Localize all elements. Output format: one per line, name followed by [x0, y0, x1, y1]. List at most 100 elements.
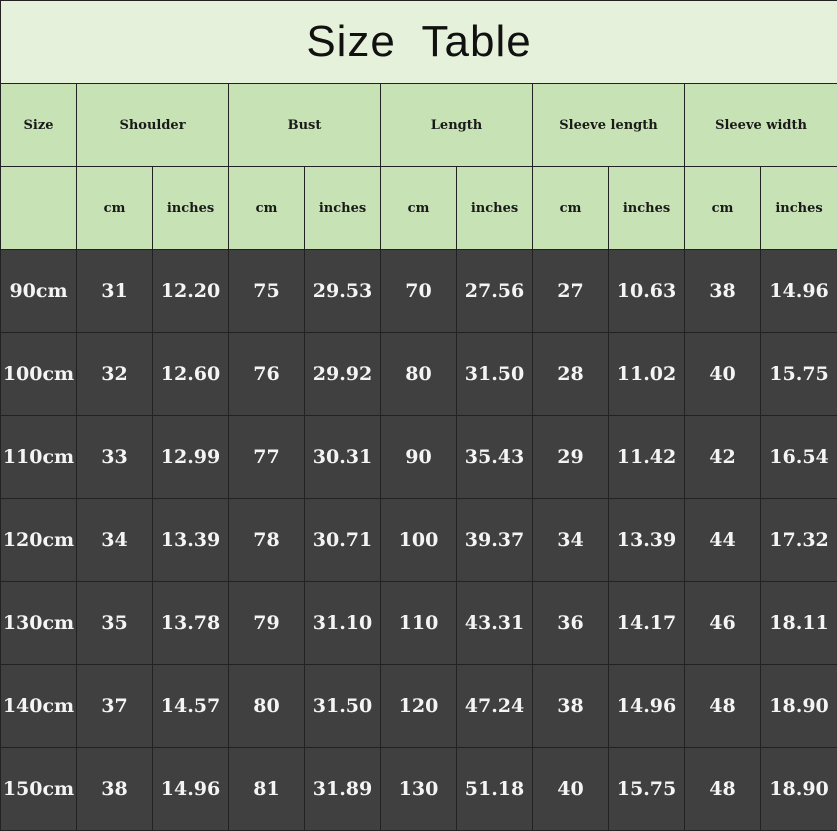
cell-sleeve-length-inches: 14.17: [608, 581, 685, 665]
cell-sleeve-length-inches: 11.02: [608, 332, 685, 416]
cell-size: 110cm: [0, 415, 77, 499]
table-row: 90cm 31 12.20 75 29.53 70 27.56 27 10.63 38 14.96: [0, 249, 837, 333]
cell-length-inches: 43.31: [456, 581, 533, 665]
cell-shoulder-cm: 32: [76, 332, 153, 416]
cell-shoulder-inches: 12.60: [152, 332, 229, 416]
cell-length-inches: 47.24: [456, 664, 533, 748]
cell-bust-cm: 78: [228, 498, 305, 582]
cell-bust-cm: 76: [228, 332, 305, 416]
cell-length-cm: 120: [380, 664, 457, 748]
table-row: 100cm 32 12.60 76 29.92 80 31.50 28 11.02 40 15.75: [0, 332, 837, 416]
cell-sleeve-length-cm: 34: [532, 498, 609, 582]
cell-sleeve-width-inches: 15.75: [759, 332, 837, 416]
title-row: Size Table: [0, 0, 837, 84]
table-title: Size Table: [0, 0, 837, 84]
cell-bust-inches: 31.50: [304, 664, 381, 748]
cell-bust-cm: 81: [228, 747, 305, 831]
unit-header-row: cm inches cm inches cm inches cm inches …: [0, 166, 837, 250]
header-length: Length: [380, 83, 533, 167]
cell-size: 120cm: [0, 498, 77, 582]
cell-sleeve-width-inches: 18.90: [759, 664, 837, 748]
cell-sleeve-width-cm: 46: [684, 581, 761, 665]
header-size: Size: [0, 83, 77, 167]
header-unit-cm: cm: [76, 166, 153, 250]
cell-length-inches: 39.37: [456, 498, 533, 582]
cell-bust-cm: 79: [228, 581, 305, 665]
cell-shoulder-inches: 12.99: [152, 415, 229, 499]
cell-bust-cm: 80: [228, 664, 305, 748]
cell-size: 130cm: [0, 581, 77, 665]
cell-shoulder-cm: 35: [76, 581, 153, 665]
table-row: 110cm 33 12.99 77 30.31 90 35.43 29 11.42 42 16.54: [0, 415, 837, 499]
cell-sleeve-length-cm: 29: [532, 415, 609, 499]
header-unit-inches: inches: [608, 166, 685, 250]
cell-sleeve-length-inches: 13.39: [608, 498, 685, 582]
header-sleeve-width: Sleeve width: [683, 83, 837, 167]
cell-sleeve-width-cm: 40: [684, 332, 761, 416]
cell-bust-inches: 29.53: [304, 249, 381, 333]
cell-sleeve-length-cm: 38: [532, 664, 609, 748]
cell-sleeve-length-cm: 40: [532, 747, 609, 831]
cell-length-cm: 90: [380, 415, 457, 499]
table-row: 120cm 34 13.39 78 30.71 100 39.37 34 13.39 44 17.3…: [0, 498, 837, 582]
size-table-page: Size Table Size Shoulder Bust Length Sle…: [0, 0, 837, 831]
header-unit-cm: cm: [532, 166, 609, 250]
header-sleeve-length: Sleeve length: [532, 83, 685, 167]
cell-sleeve-width-inches: 14.96: [759, 249, 837, 333]
cell-shoulder-cm: 33: [76, 415, 153, 499]
cell-bust-inches: 31.10: [304, 581, 381, 665]
cell-sleeve-length-inches: 14.96: [608, 664, 685, 748]
cell-size: 100cm: [0, 332, 77, 416]
header-unit-cm: cm: [380, 166, 457, 250]
table-row: 130cm 35 13.78 79 31.10 110 43.31 36 14.17 46 18.1…: [0, 581, 837, 665]
cell-sleeve-width-inches: 17.32: [759, 498, 837, 582]
cell-sleeve-width-inches: 18.90: [759, 747, 837, 831]
cell-shoulder-inches: 13.39: [152, 498, 229, 582]
cell-sleeve-width-cm: 44: [684, 498, 761, 582]
group-header-row: Size Shoulder Bust Length Sleeve length …: [0, 83, 837, 167]
cell-length-cm: 130: [380, 747, 457, 831]
size-table: Size Table Size Shoulder Bust Length Sle…: [0, 0, 837, 831]
cell-size: 90cm: [0, 249, 77, 333]
cell-sleeve-width-inches: 18.11: [759, 581, 837, 665]
header-shoulder: Shoulder: [76, 83, 229, 167]
cell-length-cm: 110: [380, 581, 457, 665]
cell-sleeve-width-cm: 42: [684, 415, 761, 499]
cell-bust-inches: 31.89: [304, 747, 381, 831]
cell-shoulder-cm: 31: [76, 249, 153, 333]
cell-length-inches: 35.43: [456, 415, 533, 499]
header-unit-inches: inches: [304, 166, 381, 250]
header-unit-inches: inches: [152, 166, 229, 250]
header-unit-cm: cm: [684, 166, 761, 250]
cell-length-cm: 80: [380, 332, 457, 416]
table-row: 150cm 38 14.96 81 31.89 130 51.18 40 15.75 48 18.9…: [0, 747, 837, 831]
cell-sleeve-width-cm: 48: [684, 664, 761, 748]
cell-shoulder-inches: 13.78: [152, 581, 229, 665]
cell-length-inches: 51.18: [456, 747, 533, 831]
cell-length-cm: 70: [380, 249, 457, 333]
header-unit-blank: [0, 166, 77, 250]
cell-bust-cm: 77: [228, 415, 305, 499]
cell-sleeve-length-inches: 10.63: [608, 249, 685, 333]
cell-length-inches: 31.50: [456, 332, 533, 416]
cell-sleeve-length-cm: 36: [532, 581, 609, 665]
cell-shoulder-inches: 14.57: [152, 664, 229, 748]
cell-sleeve-width-cm: 38: [684, 249, 761, 333]
header-unit-inches: inches: [759, 166, 837, 250]
cell-bust-inches: 30.71: [304, 498, 381, 582]
cell-length-inches: 27.56: [456, 249, 533, 333]
header-unit-inches: inches: [456, 166, 533, 250]
header-unit-cm: cm: [228, 166, 305, 250]
cell-shoulder-cm: 38: [76, 747, 153, 831]
cell-length-cm: 100: [380, 498, 457, 582]
header-bust: Bust: [228, 83, 381, 167]
cell-sleeve-width-inches: 16.54: [759, 415, 837, 499]
table-row: 140cm 37 14.57 80 31.50 120 47.24 38 14.96 48 18.9…: [0, 664, 837, 748]
cell-size: 150cm: [0, 747, 77, 831]
cell-bust-inches: 29.92: [304, 332, 381, 416]
cell-shoulder-cm: 37: [76, 664, 153, 748]
cell-sleeve-width-cm: 48: [684, 747, 761, 831]
cell-sleeve-length-cm: 27: [532, 249, 609, 333]
cell-shoulder-inches: 12.20: [152, 249, 229, 333]
cell-shoulder-inches: 14.96: [152, 747, 229, 831]
